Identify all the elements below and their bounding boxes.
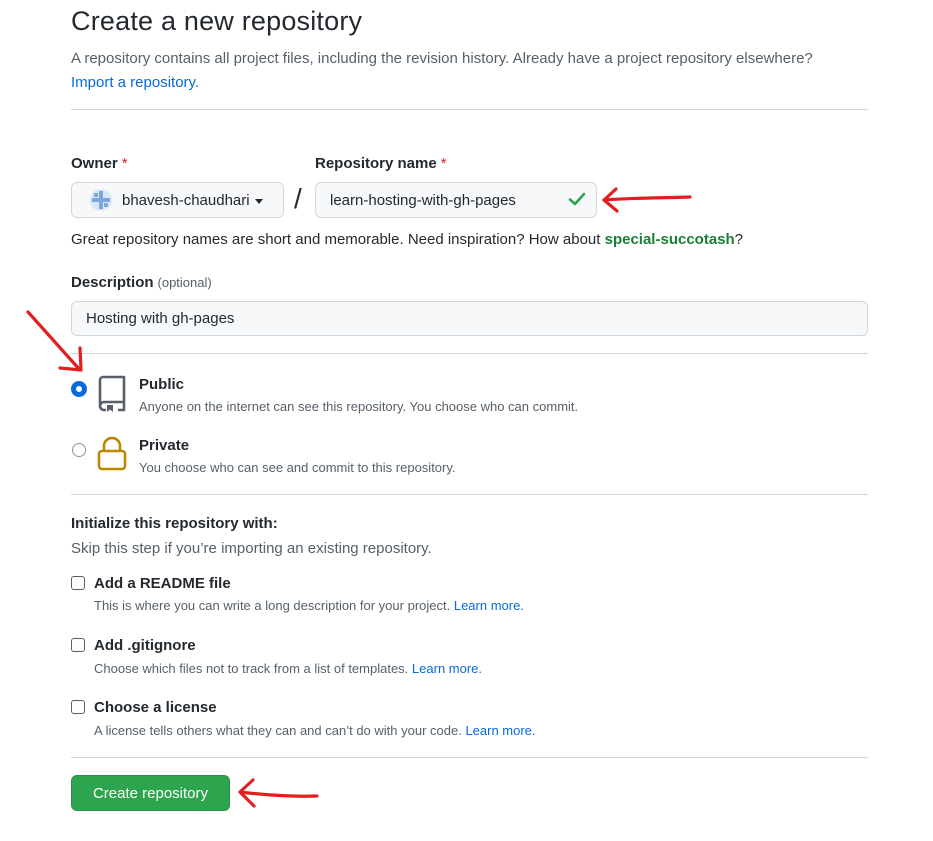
- hint-text: Great repository names are short and mem…: [71, 231, 605, 248]
- annotation-arrow-create: [235, 775, 325, 811]
- public-subtitle: Anyone on the internet can see this repo…: [139, 399, 579, 414]
- gitignore-description: Choose which files not to track from a l…: [94, 661, 482, 676]
- license-desc-text: A license tells others what they can and…: [94, 723, 466, 738]
- readme-description: This is where you can write a long descr…: [94, 598, 524, 613]
- import-repository-link[interactable]: Import a repository.: [71, 74, 199, 91]
- repo-name-label: Repository name *: [315, 155, 447, 172]
- gitignore-desc-text: Choose which files not to track from a l…: [94, 661, 412, 676]
- private-title: Private: [139, 437, 190, 454]
- private-subtitle: You choose who can see and commit to thi…: [139, 460, 456, 475]
- description-label: Description (optional): [71, 274, 212, 291]
- owner-name-separator: /: [294, 183, 302, 214]
- license-checkbox[interactable]: [71, 700, 85, 714]
- name-suggestion-link[interactable]: special-succotash: [605, 231, 735, 248]
- owner-label: Owner *: [71, 155, 128, 172]
- repo-name-required-mark: *: [440, 155, 447, 172]
- gitignore-learn-more-link[interactable]: Learn more.: [412, 661, 482, 676]
- owner-label-text: Owner: [71, 155, 118, 172]
- readme-learn-more-link[interactable]: Learn more.: [454, 598, 524, 613]
- initialize-title: Initialize this repository with:: [71, 515, 278, 532]
- readme-title: Add a README file: [94, 575, 231, 592]
- repo-name-label-text: Repository name: [315, 155, 437, 172]
- repository-name-input[interactable]: [315, 182, 597, 218]
- hint-suffix: ?: [734, 231, 744, 248]
- license-learn-more-link[interactable]: Learn more.: [465, 723, 535, 738]
- description-optional: (optional): [157, 275, 212, 290]
- private-radio[interactable]: [72, 443, 86, 457]
- visibility-divider: [71, 494, 868, 495]
- initialize-divider: [71, 757, 868, 758]
- owner-value: bhavesh-chaudhari: [122, 191, 250, 209]
- readme-desc-text: This is where you can write a long descr…: [94, 598, 454, 613]
- gitignore-title: Add .gitignore: [94, 637, 196, 654]
- owner-dropdown[interactable]: bhavesh-chaudhari: [71, 182, 284, 218]
- annotation-arrow-repo-name: [600, 184, 696, 216]
- public-title: Public: [139, 376, 185, 393]
- readme-checkbox[interactable]: [71, 576, 85, 590]
- license-description: A license tells others what they can and…: [94, 723, 536, 738]
- owner-avatar: [90, 189, 112, 211]
- create-repository-button[interactable]: Create repository: [71, 775, 230, 811]
- caret-down-icon: [254, 198, 263, 204]
- lock-icon: [96, 436, 128, 472]
- repo-icon: [96, 374, 128, 412]
- description-label-text: Description: [71, 274, 154, 291]
- subtitle-text: A repository contains all project files,…: [71, 50, 813, 67]
- description-input[interactable]: [71, 301, 868, 336]
- owner-required-mark: *: [121, 155, 128, 172]
- annotation-arrow-public: [22, 308, 88, 374]
- license-title: Choose a license: [94, 699, 217, 716]
- repo-name-hint: Great repository names are short and mem…: [71, 231, 743, 248]
- page-title: Create a new repository: [71, 6, 363, 36]
- description-divider: [71, 353, 868, 354]
- page-subtitle: A repository contains all project files,…: [71, 47, 871, 95]
- check-icon: [568, 190, 586, 208]
- gitignore-checkbox[interactable]: [71, 638, 85, 652]
- header-divider: [71, 109, 868, 110]
- public-radio[interactable]: [72, 382, 86, 396]
- initialize-subtitle: Skip this step if you’re importing an ex…: [71, 540, 432, 557]
